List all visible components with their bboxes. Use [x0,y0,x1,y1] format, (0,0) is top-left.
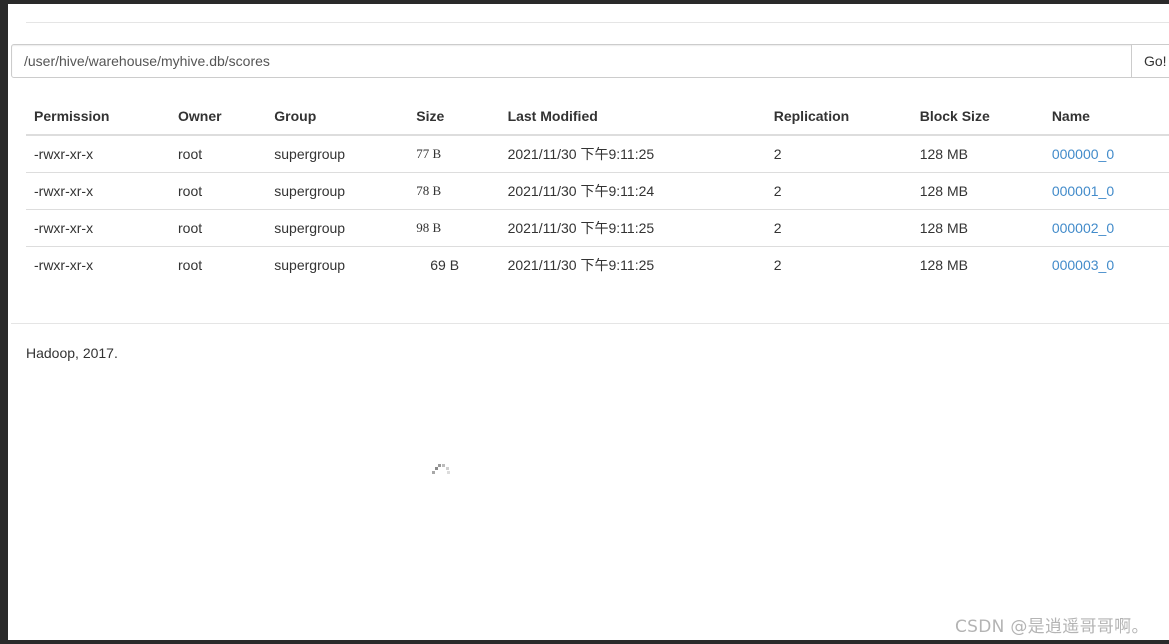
cell-last-modified: 2021/11/30 下午9:11:24 [499,172,766,210]
cell-replication: 2 [773,257,782,273]
cell-replication: 2 [765,135,912,173]
loading-spinner-icon [432,464,450,474]
cell-owner: root [170,209,267,247]
column-header-permission[interactable]: Permission [26,97,170,136]
directory-path-bar: /user/hive/warehouse/myhive.db/scores Go… [11,44,1169,78]
cell-replication: 2 [765,172,912,210]
cell-owner: root [170,135,267,173]
cell-name: 000000_0 [1043,135,1169,173]
column-header-last-modified[interactable]: Last Modified [499,97,766,136]
column-header-block-size[interactable]: Block Size [911,97,1044,136]
window-frame-bottom [0,640,1169,644]
cell-group: supergroup [274,257,346,273]
file-name-link[interactable]: 000003_0 [1052,257,1114,273]
cell-owner: root [170,172,267,210]
directory-path-input[interactable]: /user/hive/warehouse/myhive.db/scores [11,44,1133,78]
cell-name: 000003_0 [1044,247,1169,284]
file-name-link[interactable]: 000000_0 [1052,146,1114,162]
cell-name: 000001_0 [1043,172,1169,210]
cell-owner: root [178,257,203,273]
footer-divider [11,323,1169,324]
cell-permission: -rwxr-xr-x [26,172,170,210]
csdn-watermark: CSDN @是逍遥哥哥啊。 [955,617,1149,637]
table-row: -rwxr-xr-x root supergroup 77 B 2021/11/… [26,135,1169,173]
cell-size: 78 B [408,172,500,210]
table-row: -rwxr-xr-x root supergroup 98 B 2021/11/… [26,209,1169,247]
cell-permission: -rwxr-xr-x [26,135,170,173]
column-header-group[interactable]: Group [266,97,409,136]
column-header-owner[interactable]: Owner [170,97,267,136]
table-row: -rwxr-xr-x root supergroup 78 B 2021/11/… [26,172,1169,210]
footer-copyright: Hadoop, 2017. [26,345,118,361]
cell-replication: 2 [765,209,912,247]
window-frame-left [0,0,8,644]
file-name-link[interactable]: 000002_0 [1052,220,1114,236]
cell-size: 77 B [408,135,500,173]
cell-group: supergroup [266,135,409,173]
header-divider [26,22,1169,23]
cell-block-size: 128 MB [911,135,1044,173]
cell-last-modified: 2021/11/30 下午9:11:25 [499,209,766,247]
column-header-name[interactable]: Name [1043,97,1169,136]
cell-block-size: 128 MB [919,257,968,273]
file-listing-table: Permission Owner Group Size Last Modifie… [26,97,1169,283]
cell-last-modified: 2021/11/30 下午9:11:25 [499,135,766,173]
cell-size: 69 B [430,257,460,273]
column-header-size[interactable]: Size [408,97,500,136]
cell-name: 000002_0 [1043,209,1169,247]
cell-group: supergroup [266,209,409,247]
table-row: -rwxr-xr-x root supergroup 69 B 2021/11/… [26,247,1169,284]
window-frame-top [0,0,1169,4]
cell-block-size: 128 MB [911,172,1044,210]
cell-size: 98 B [408,209,500,247]
cell-group: supergroup [266,172,409,210]
file-name-link[interactable]: 000001_0 [1052,183,1114,199]
cell-block-size: 128 MB [911,209,1044,247]
cell-last-modified: 2021/11/30 下午9:11:25 [507,257,655,273]
cell-permission: -rwxr-xr-x [34,257,94,273]
go-button[interactable]: Go! [1131,44,1169,78]
table-header-row: Permission Owner Group Size Last Modifie… [26,97,1169,136]
column-header-replication[interactable]: Replication [765,97,912,136]
cell-permission: -rwxr-xr-x [26,209,170,247]
